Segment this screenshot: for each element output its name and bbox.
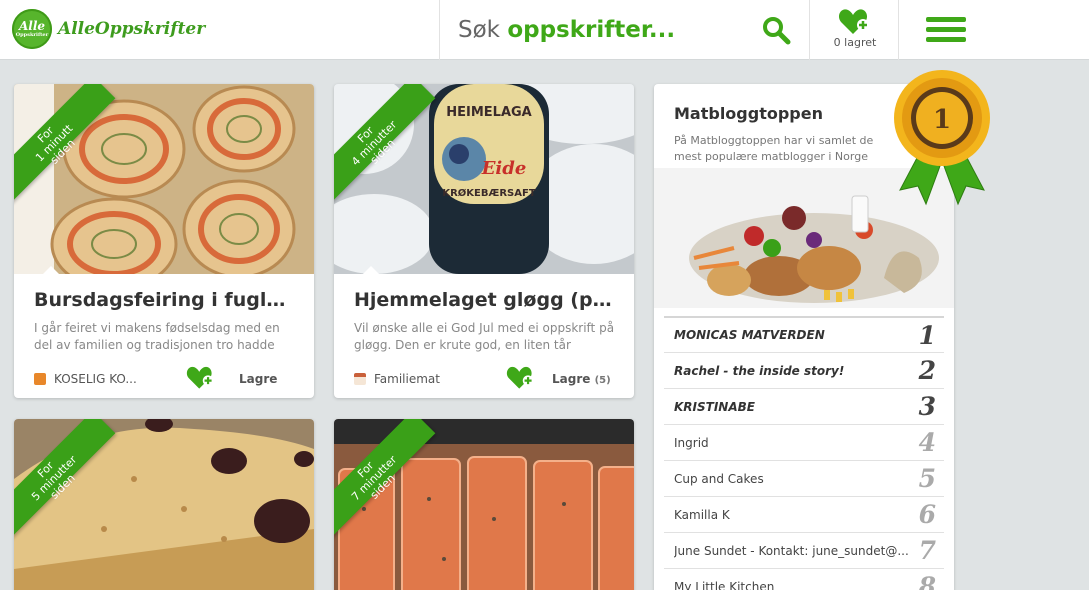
bottle-label-top: HEIMELAGA (446, 105, 532, 120)
save-label: Lagre (239, 372, 278, 386)
recipe-description: Vil ønske alle ei God Jul med ei oppskri… (354, 321, 615, 352)
medal-icon: 1 (894, 70, 990, 206)
recipe-card[interactable]: For 5 minutter siden (14, 419, 314, 590)
bottle-label-brand: Eide (481, 158, 527, 179)
rank-number: 6 (918, 500, 936, 529)
recipe-source-label: Familiemat (374, 372, 440, 386)
ranking-row[interactable]: Ingrid 4 (664, 424, 944, 460)
recipe-source[interactable]: Familiemat (354, 372, 440, 386)
ranking-list: MONICAS MATVERDEN 1 Rachel - the inside st… (664, 316, 944, 590)
ranking-row[interactable]: My Little Kitchen 8 (664, 568, 944, 590)
logo-badge-text: Alle (18, 19, 46, 33)
saved-recipes[interactable]: 0 lagret (809, 0, 899, 60)
recipe-source-label: KOSELIG KO... (54, 372, 137, 386)
search-keyword: oppskrifter... (507, 17, 676, 43)
recipe-card[interactable]: For 7 minutter siden (334, 419, 634, 590)
ranking-row[interactable]: MONICAS MATVERDEN 1 (664, 316, 944, 352)
rank-number: 4 (918, 428, 936, 457)
widget-description: På Matbloggtoppen har vi samlet de mest … (674, 134, 874, 163)
blog-name[interactable]: My Little Kitchen (674, 580, 774, 590)
recipe-source[interactable]: KOSELIG KO... (34, 372, 137, 386)
image-notch (42, 266, 60, 275)
save-heart-icon[interactable] (186, 364, 216, 392)
ranking-row[interactable]: Cup and Cakes 5 (664, 460, 944, 496)
search-prefix: Søk (458, 17, 508, 43)
image-notch (362, 266, 380, 275)
saved-count-label: 0 lagret (833, 36, 877, 49)
save-count: (5) (594, 375, 611, 386)
recipe-title[interactable]: Hjemmelaget gløgg (på... (354, 289, 616, 311)
blog-name[interactable]: Cup and Cakes (674, 472, 764, 486)
medal-number: 1 (933, 105, 951, 135)
rank-number: 8 (918, 572, 936, 590)
save-label: Lagre (552, 372, 591, 386)
blog-name[interactable]: Rachel - the inside story! (674, 364, 844, 378)
blog-favicon-icon (354, 373, 366, 385)
widget-title[interactable]: Matbloggtoppen (674, 104, 823, 123)
blog-name[interactable]: June Sundet - Kontakt: june_sundet@... (674, 544, 909, 558)
rank-number: 7 (918, 536, 936, 565)
rank-number: 1 (918, 320, 936, 350)
rank-number: 3 (918, 392, 936, 421)
menu-bar (926, 17, 966, 22)
bottle-label-bottom: KRØKEBÆRSAFT (442, 187, 535, 199)
search-bar[interactable]: Søk oppskrifter... (439, 0, 809, 60)
recipe-card[interactable]: HEIMELAGA Eide KRØKEBÆRSAFT For 4 minutt… (334, 84, 634, 398)
recipe-title[interactable]: Bursdagsfeiring i fugle... (34, 289, 296, 311)
hamburger-menu-icon[interactable] (926, 17, 966, 45)
ranking-row[interactable]: Rachel - the inside story! 2 (664, 352, 944, 388)
blog-name[interactable]: Ingrid (674, 436, 709, 450)
blog-name[interactable]: MONICAS MATVERDEN (674, 328, 825, 342)
search-icon[interactable] (761, 15, 791, 45)
rank-number: 5 (918, 464, 936, 493)
ranking-row[interactable]: Kamilla K 6 (664, 496, 944, 532)
blog-name[interactable]: Kamilla K (674, 508, 730, 522)
site-logo[interactable]: Alle Oppskrifter AlleOppskrifter (12, 9, 205, 49)
recipe-description: I går feiret vi makens fødselsdag med en… (34, 321, 280, 352)
save-heart-icon[interactable] (506, 364, 536, 392)
search-label: Søk oppskrifter... (458, 17, 675, 43)
save-button[interactable]: Lagre (239, 372, 277, 386)
heart-plus-icon (838, 9, 869, 34)
save-button[interactable]: Lagre (5) (552, 372, 611, 386)
ranking-row[interactable]: KRISTINABE 3 (664, 388, 944, 424)
top-header: Alle Oppskrifter AlleOppskrifter Søk opp… (0, 0, 1089, 60)
recipe-card[interactable]: For 1 minutt siden Bursdagsfeiring i fug… (14, 84, 314, 398)
menu-bar (926, 37, 966, 42)
ranking-row[interactable]: June Sundet - Kontakt: june_sundet@... 7 (664, 532, 944, 568)
blog-name[interactable]: KRISTINABE (674, 400, 755, 414)
logo-text: AlleOppskrifter (58, 19, 206, 39)
logo-badge: Alle Oppskrifter (12, 9, 52, 49)
blog-favicon-icon (34, 373, 46, 385)
menu-bar (926, 27, 966, 32)
logo-badge-subtext: Oppskrifter (15, 32, 49, 38)
rank-number: 2 (918, 356, 936, 385)
